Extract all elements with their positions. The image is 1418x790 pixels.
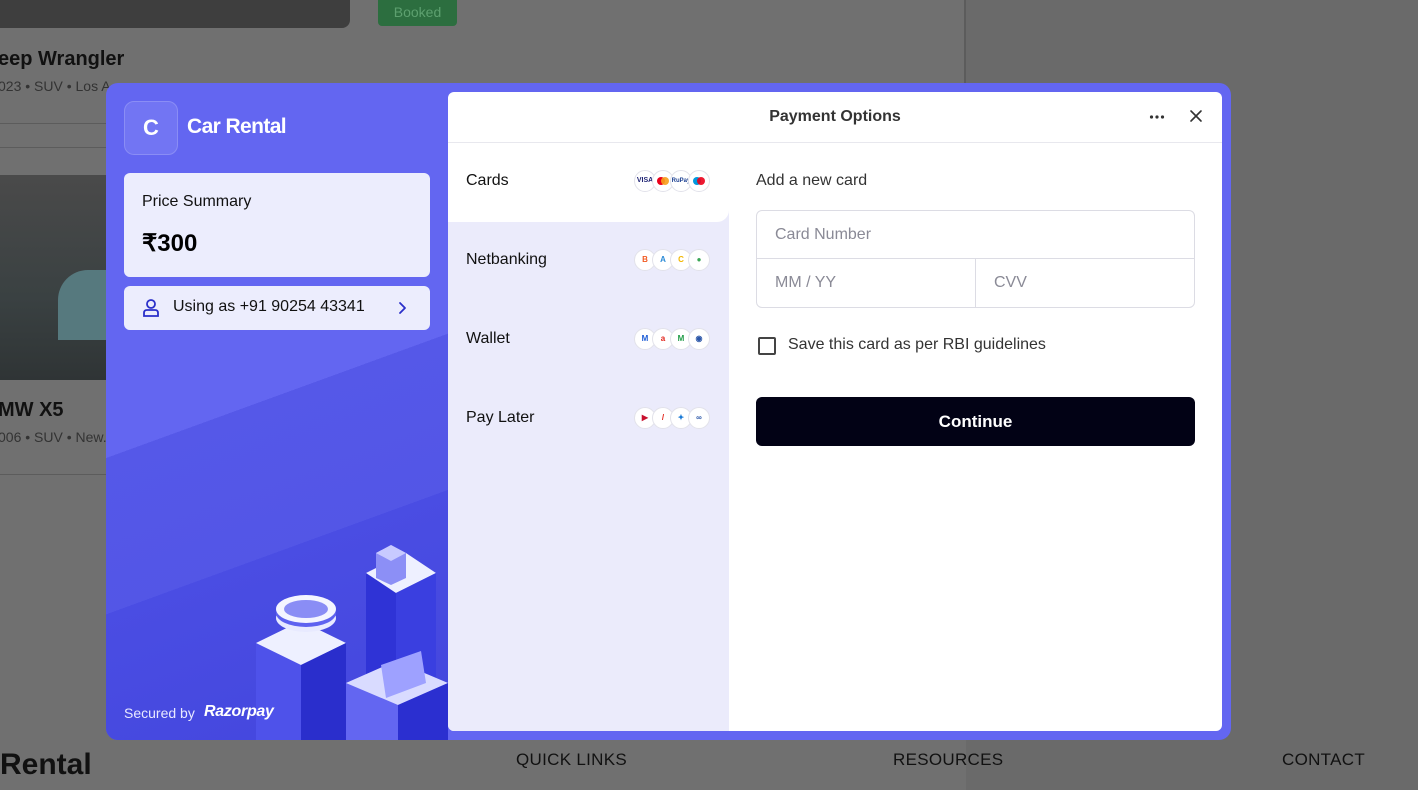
divider (0, 147, 108, 148)
method-wallet[interactable]: Wallet M a M ◉ (448, 301, 729, 380)
card-input-group (756, 210, 1195, 308)
merchant-logo: C (124, 101, 178, 155)
card-cvv-input[interactable] (976, 259, 1194, 307)
merchant-name: Car Rental (187, 115, 287, 138)
method-label: Wallet (466, 330, 510, 347)
maestro-logo-icon (688, 170, 710, 192)
price-summary-card[interactable]: Price Summary ₹300 (124, 173, 430, 277)
wallet-logo-icon: ◉ (688, 328, 710, 350)
car-image-top (0, 0, 350, 28)
secured-by-label: Secured by (124, 705, 195, 721)
method-label: Pay Later (466, 409, 535, 426)
razorpay-logo: Razorpay (204, 703, 274, 720)
footer-link-quick-links[interactable]: QUICK LINKS (516, 750, 627, 770)
car-subtitle: 023 • SUV • Los A... (0, 78, 123, 94)
method-netbanking[interactable]: Netbanking B A C ● (448, 222, 729, 301)
continue-button[interactable]: Continue (756, 397, 1195, 446)
user-contact-label: Using as +91 90254 43341 (173, 298, 365, 315)
method-label: Cards (466, 172, 509, 189)
booked-badge: Booked (378, 0, 457, 26)
footer-link-contact[interactable]: CONTACT (1282, 750, 1365, 770)
payment-title: Payment Options (769, 108, 901, 125)
method-cards[interactable]: Cards VISA RuPay (448, 143, 729, 222)
card-expiry-input[interactable] (757, 259, 976, 307)
price-summary-label: Price Summary (142, 193, 252, 210)
paylater-logo-icon: ∞ (688, 407, 710, 429)
method-pay-later[interactable]: Pay Later ▶ / ✦ ∞ (448, 380, 729, 459)
payment-methods-list: Cards VISA RuPay Netbanking B A C ● Wall… (448, 143, 729, 731)
card-number-input[interactable] (757, 211, 1194, 259)
divider (0, 123, 108, 124)
form-heading: Add a new card (756, 172, 868, 189)
price-amount: ₹300 (142, 230, 198, 257)
car-title: eep Wrangler (0, 48, 125, 70)
save-card-checkbox[interactable] (758, 337, 776, 355)
footer-brand: Rental (0, 748, 92, 781)
user-contact-button[interactable]: Using as +91 90254 43341 (124, 286, 430, 330)
more-options-icon[interactable] (1148, 108, 1166, 126)
buildings-illustration (256, 545, 448, 740)
merchant-panel: C Car Rental Price Summary ₹300 Using as… (106, 83, 448, 740)
method-label: Netbanking (466, 251, 547, 268)
car-subtitle: 006 • SUV • New... (0, 429, 115, 445)
car-image-detail (58, 270, 108, 340)
payment-panel: Payment Options Cards VISA RuPay Netbank… (448, 92, 1222, 731)
user-icon (143, 299, 159, 317)
close-icon[interactable] (1189, 109, 1203, 123)
chevron-right-icon (399, 302, 406, 314)
footer-link-resources[interactable]: RESOURCES (893, 750, 1003, 770)
divider (0, 474, 108, 475)
checkout-modal: C Car Rental Price Summary ₹300 Using as… (106, 83, 1231, 740)
sbi-logo-icon: ● (688, 249, 710, 271)
payment-header: Payment Options (448, 92, 1222, 143)
save-card-label: Save this card as per RBI guidelines (788, 336, 1046, 353)
car-title: MW X5 (0, 399, 64, 421)
